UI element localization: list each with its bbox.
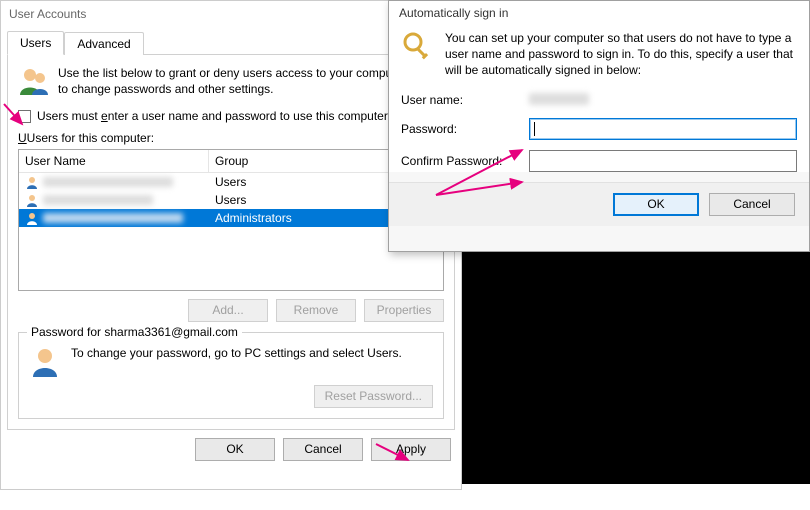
password-row: Password: xyxy=(401,118,797,140)
cancel-button[interactable]: Cancel xyxy=(283,438,363,461)
password-groupbox: Password for sharma3361@gmail.com To cha… xyxy=(18,332,444,419)
remove-button[interactable]: Remove xyxy=(276,299,356,322)
confirm-row: Confirm Password: xyxy=(401,150,797,172)
require-password-row[interactable]: Users must enter a user name and passwor… xyxy=(18,109,444,123)
require-password-label: Users must enter a user name and passwor… xyxy=(37,109,391,123)
user-name-redacted xyxy=(43,177,173,187)
confirm-label: Confirm Password: xyxy=(401,154,523,168)
dialog-title: Automatically sign in xyxy=(389,1,809,30)
users-list[interactable]: User Name Group Users Users xyxy=(18,149,444,291)
ok-button[interactable]: OK xyxy=(195,438,275,461)
user-icon xyxy=(25,193,39,207)
table-row[interactable]: Users xyxy=(19,173,443,191)
user-large-icon xyxy=(29,345,61,377)
username-value-redacted xyxy=(529,93,589,105)
table-row[interactable]: Users xyxy=(19,191,443,209)
add-button[interactable]: Add... xyxy=(188,299,268,322)
password-change-text: To change your password, go to PC settin… xyxy=(71,345,433,362)
properties-button[interactable]: Properties xyxy=(364,299,444,322)
users-list-header: User Name Group xyxy=(19,150,443,173)
dialog-footer: OK Cancel xyxy=(389,182,809,226)
text-caret xyxy=(534,122,535,136)
username-row: User name: xyxy=(401,93,797,108)
intro-row: Use the list below to grant or deny user… xyxy=(18,65,444,97)
password-input[interactable] xyxy=(529,118,797,140)
ok-button[interactable]: OK xyxy=(613,193,699,216)
confirm-password-input[interactable] xyxy=(529,150,797,172)
column-header-name[interactable]: User Name xyxy=(19,150,209,172)
user-name-redacted xyxy=(43,195,153,205)
user-icon xyxy=(25,175,39,189)
dialog-intro-row: You can set up your computer so that use… xyxy=(401,30,797,79)
key-icon xyxy=(401,30,435,64)
cancel-button[interactable]: Cancel xyxy=(709,193,795,216)
user-buttons-row: Add... Remove Properties xyxy=(18,299,444,322)
users-list-label: UUsers for this computer: xyxy=(18,131,444,145)
users-icon xyxy=(18,65,50,97)
dialog-intro-text: You can set up your computer so that use… xyxy=(445,30,797,79)
intro-text: Use the list below to grant or deny user… xyxy=(58,65,444,97)
require-password-checkbox[interactable] xyxy=(18,110,31,123)
reset-password-button[interactable]: Reset Password... xyxy=(314,385,433,408)
apply-button[interactable]: Apply xyxy=(371,438,451,461)
tab-advanced[interactable]: Advanced xyxy=(64,32,143,55)
username-label: User name: xyxy=(401,93,523,107)
auto-signin-dialog: Automatically sign in You can set up you… xyxy=(388,0,810,252)
user-name-redacted xyxy=(43,213,183,223)
tab-users[interactable]: Users xyxy=(7,31,64,55)
password-label: Password: xyxy=(401,122,523,136)
password-groupbox-title: Password for sharma3361@gmail.com xyxy=(27,325,242,339)
user-icon xyxy=(25,211,39,225)
window-footer: OK Cancel Apply xyxy=(1,430,461,469)
table-row[interactable]: Administrators xyxy=(19,209,443,227)
